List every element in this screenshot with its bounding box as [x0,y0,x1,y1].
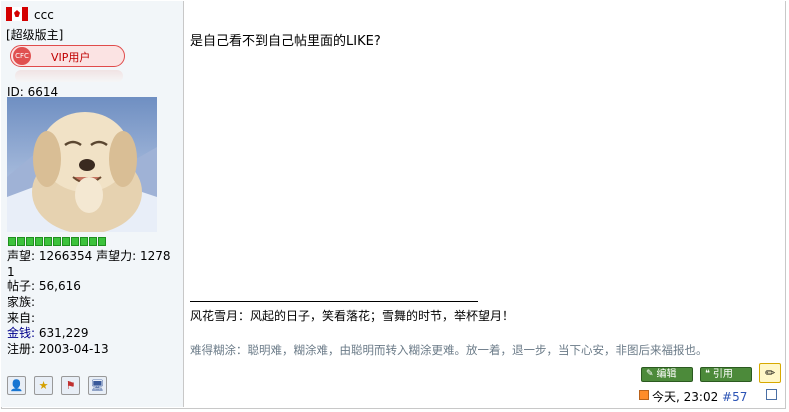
puppy-avatar-icon [7,97,157,232]
level-segment [44,237,52,246]
edit-icon: ✎ [646,369,654,379]
family: 家族: [7,295,36,309]
vip-label: VIP用户 [51,51,91,64]
cfc-logo-icon: CFC [13,47,31,65]
time-icon [639,390,649,400]
username[interactable]: ccc [34,8,54,22]
computer-icon[interactable]: 🖥 [88,376,107,395]
post-time-text: 今天, 23:02 [652,390,723,404]
money-label: 金钱: [7,326,36,340]
post-body: 是自己看不到自己帖里面的LIKE? 风花雪月：风起的日子，笑看落花；雪舞的时节，… [184,1,785,407]
level-segment [8,237,16,246]
badge-reflection [15,70,123,82]
level-bar [8,237,106,246]
edit-label: 编辑 [656,369,677,380]
level-segment [80,237,88,246]
select-checkbox[interactable] [766,389,777,400]
avatar [7,97,157,232]
reputation: 声望: 1266354 声望力: 1278 [7,249,171,263]
user-actions: 👤 ★ ⚑ 🖥 [7,376,107,395]
post-content: 是自己看不到自己帖里面的LIKE? [190,34,381,49]
level-segment [98,237,106,246]
quote-label: 引用 [712,369,733,380]
level-segment [62,237,70,246]
money-value: 631,229 [35,326,89,340]
quote-button[interactable]: ❝ 引用 [700,367,752,382]
level-segment [26,237,34,246]
user-rank: [超级版主] [6,28,64,42]
post-time: 今天, 23:02 #57 [652,388,747,405]
star-icon[interactable]: ★ [34,376,53,395]
flag-icon[interactable]: ⚑ [61,376,80,395]
user-sidebar: ccc [超级版主] CFC VIP用户 ID: 6614 声望: 126635… [1,1,184,407]
register-date: 注册: 2003-04-13 [7,342,109,356]
signature-line-1: 风花雪月：风起的日子，笑看落花；雪舞的时节，举杯望月！ [190,309,515,323]
level-segment [17,237,25,246]
level-segment [53,237,61,246]
signature-line-2: 难得糊涂：聪明难，糊涂难，由聪明而转入糊涂更难。放一着，退一步，当下心安，非图后… [190,343,708,357]
pencil-button[interactable]: ✏ [759,363,781,383]
level-segment [89,237,97,246]
level-segment [71,237,79,246]
pencil-icon: ✏ [764,366,776,380]
vip-badge: CFC VIP用户 [10,45,125,67]
user-icon[interactable]: 👤 [7,376,26,395]
signature-divider [190,301,478,302]
location: 来自: [7,311,36,325]
canada-flag-icon [6,7,28,21]
quote-icon: ❝ [705,369,710,379]
post-count: 帖子: 56,616 [7,279,81,293]
edit-button[interactable]: ✎ 编辑 [641,367,693,382]
level-segment [35,237,43,246]
money: 金钱: 631,229 [7,325,88,341]
post-number-link[interactable]: #57 [722,390,747,404]
